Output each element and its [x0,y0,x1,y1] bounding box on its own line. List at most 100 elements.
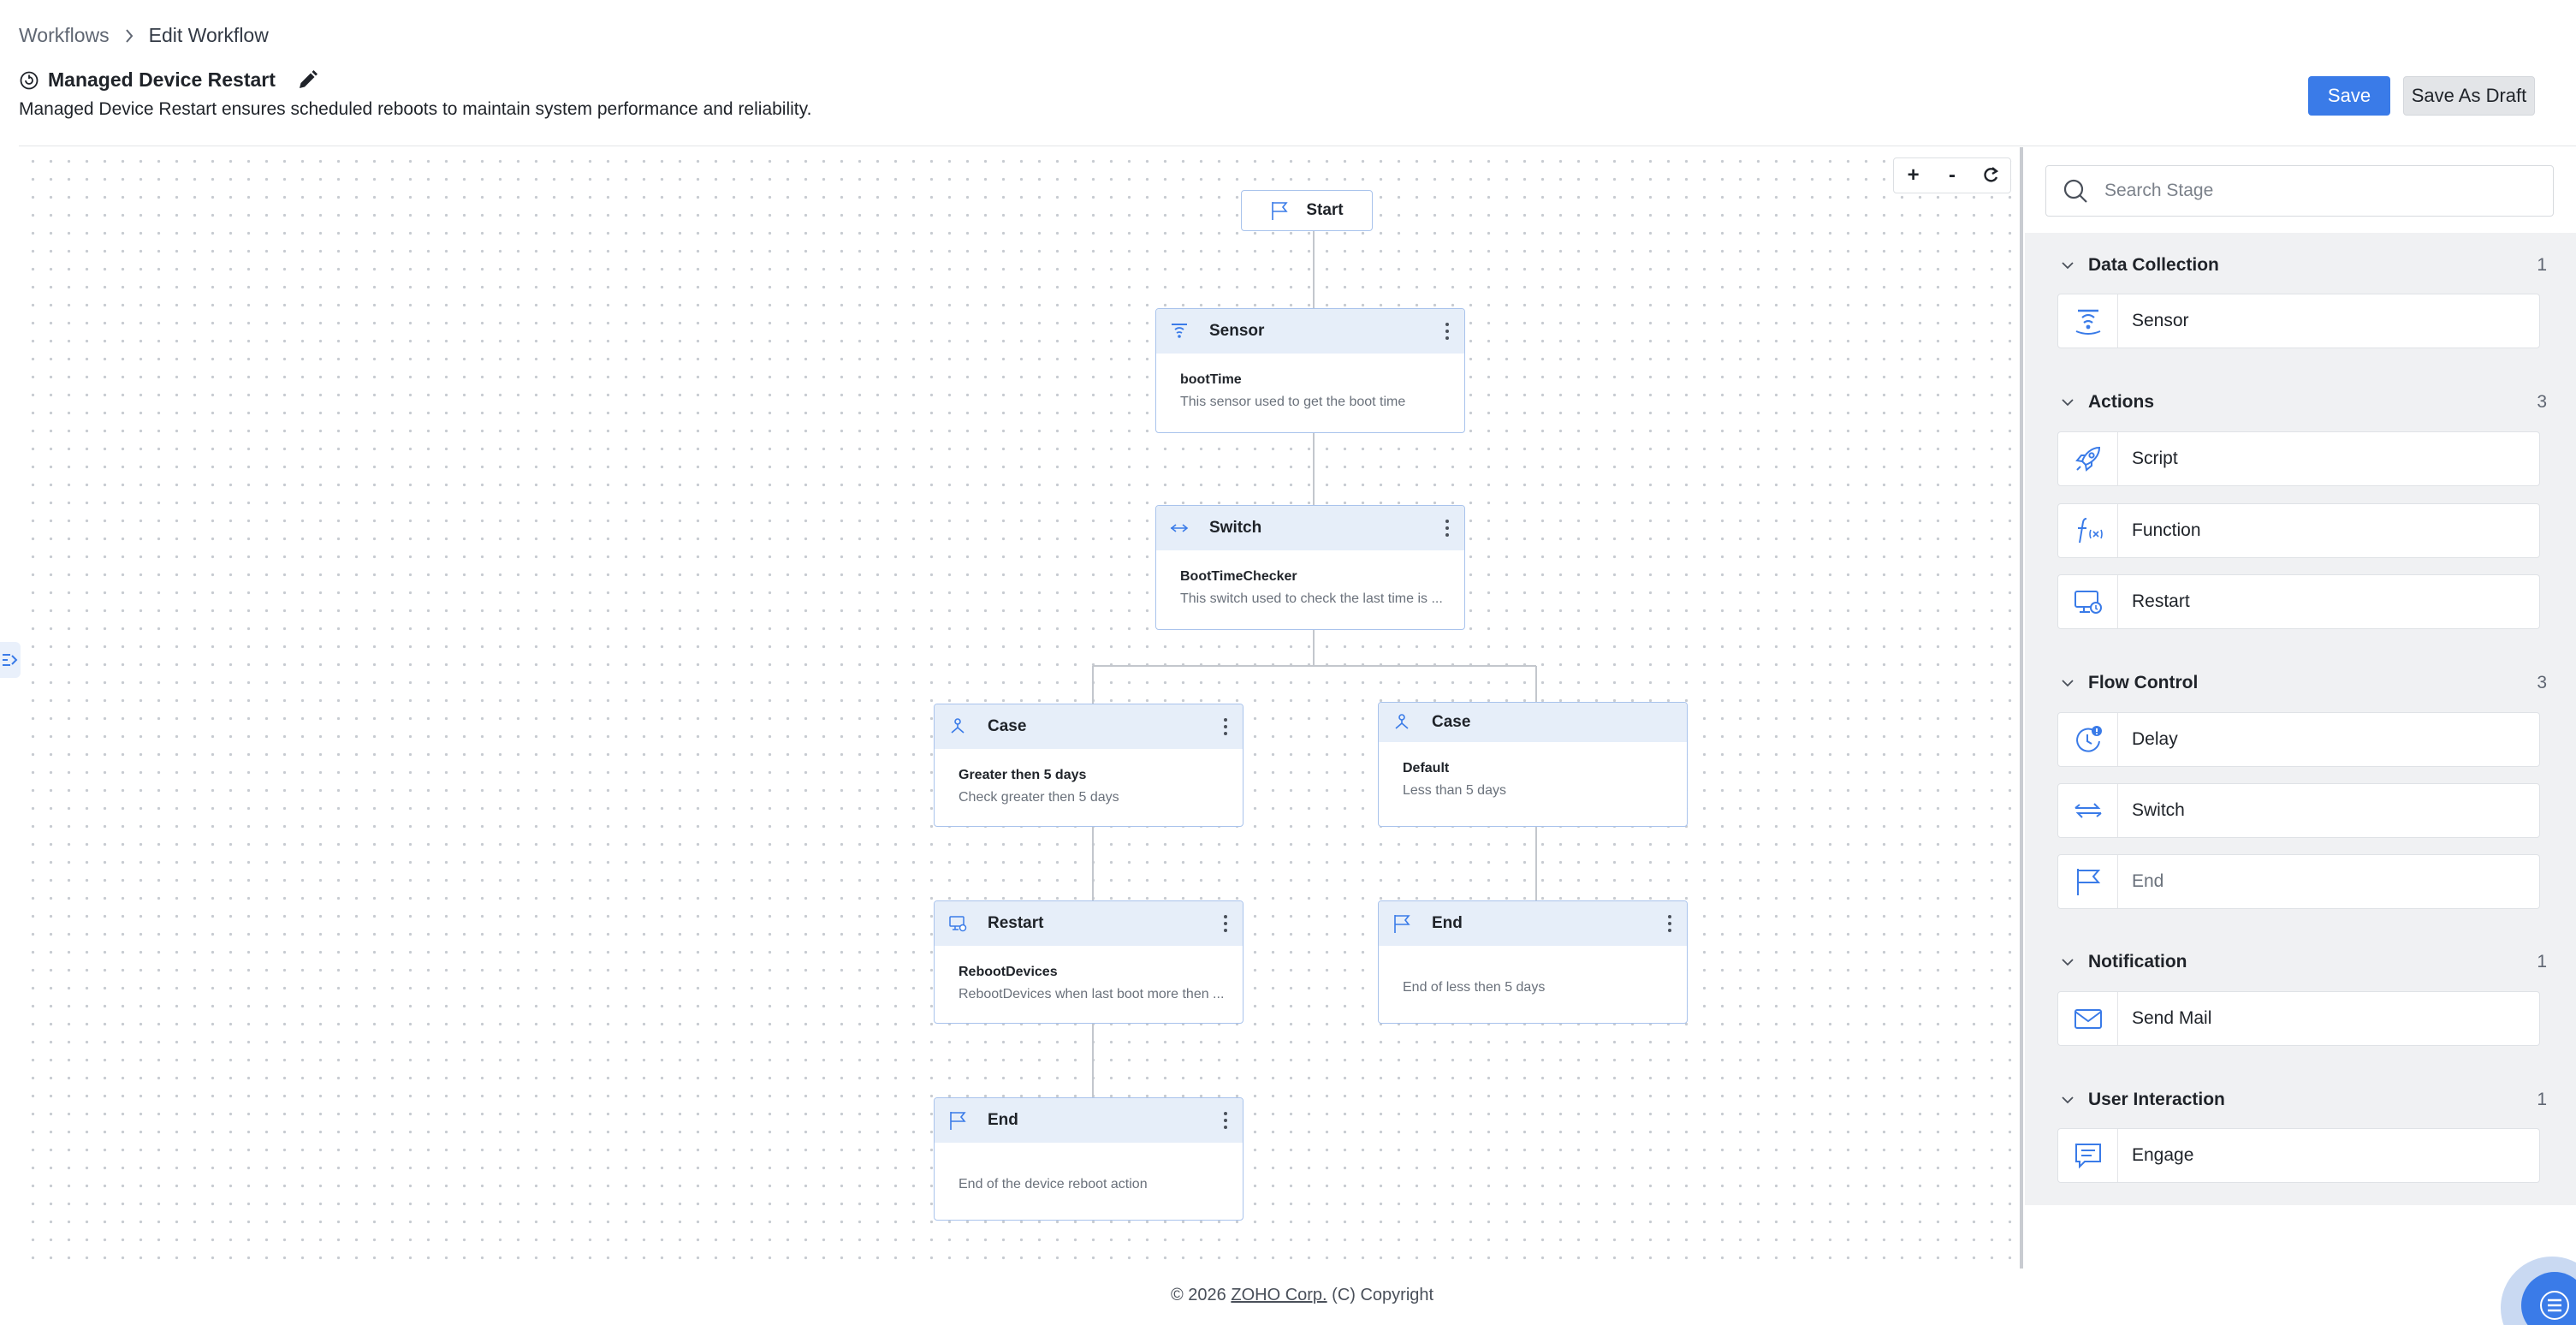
section-count: 3 [2537,673,2547,692]
breadcrumb-workflows-link[interactable]: Workflows [19,24,110,47]
switch-arrows-icon [2058,784,2118,837]
flag-icon [947,1109,969,1132]
workflow-title-row: Managed Device Restart [19,68,318,92]
node-description: This sensor used to get the boot time [1180,395,1406,409]
stage-item-function[interactable]: Function [2057,503,2540,558]
section-data-collection[interactable]: Data Collection 1 [2059,250,2547,281]
node-title: End [988,1111,1018,1129]
case-node-default[interactable]: Case Default Less than 5 days [1378,702,1688,827]
sensor-node[interactable]: Sensor bootTime This sensor used to get … [1155,308,1465,433]
end-node-reboot[interactable]: End End of the device reboot action [934,1097,1243,1221]
more-options-icon[interactable] [1220,912,1231,935]
section-count: 1 [2537,1090,2547,1109]
end-node-default[interactable]: End End of less then 5 days [1378,900,1688,1024]
expand-panel-toggle[interactable] [0,642,21,678]
sensor-icon [2058,294,2118,348]
restart-node[interactable]: Restart RebootDevices RebootDevices when… [934,900,1243,1024]
zoom-in-button[interactable]: + [1901,163,1926,187]
node-header: Case [935,704,1243,749]
section-title: Notification [2088,952,2187,971]
breadcrumb-current: Edit Workflow [148,24,269,46]
node-title: Sensor [1209,322,1265,340]
case-node-greater[interactable]: Case Greater then 5 days Check greater t… [934,704,1243,827]
expand-menu-icon [3,654,18,666]
case-branch-icon [947,716,969,738]
stage-item-engage[interactable]: Engage [2057,1128,2540,1183]
node-description: This switch used to check the last time … [1180,591,1443,606]
stage-item-script[interactable]: Script [2057,431,2540,486]
more-options-icon[interactable] [1442,320,1452,342]
switch-arrows-icon [1168,517,1190,539]
stage-item-sensor[interactable]: Sensor [2057,294,2540,348]
stage-item-label: Send Mail [2132,1008,2212,1028]
node-header: Switch [1156,506,1464,550]
stage-item-label: Delay [2132,729,2178,749]
section-count: 1 [2537,952,2547,971]
section-flow-control[interactable]: Flow Control 3 [2059,668,2547,698]
start-node[interactable]: Start [1241,190,1373,231]
stage-item-end[interactable]: End [2057,854,2540,909]
zoom-controls: + - [1893,157,2011,193]
node-header: End [935,1098,1243,1143]
monitor-restart-icon [2058,575,2118,628]
pencil-edit-icon[interactable] [296,69,318,92]
search-stage-box[interactable] [2045,165,2554,217]
footer-company-link[interactable]: ZOHO Corp. [1231,1286,1327,1304]
node-description: Check greater then 5 days [959,790,1119,805]
stage-item-label: Function [2132,520,2201,540]
breadcrumb: Workflows Edit Workflow [19,24,269,47]
stage-item-label: End [2132,871,2164,891]
stage-item-label: Sensor [2132,311,2189,330]
section-user-interaction[interactable]: User Interaction 1 [2059,1084,2547,1115]
node-description: End of the device reboot action [959,1177,1148,1191]
section-notification[interactable]: Notification 1 [2059,947,2547,977]
stage-item-label: Restart [2132,591,2190,611]
case-branch-icon [1391,711,1413,734]
stage-item-delay[interactable]: Delay [2057,712,2540,767]
chevron-down-icon [2059,394,2076,411]
node-header: Sensor [1156,309,1464,354]
stage-item-switch[interactable]: Switch [2057,783,2540,838]
footer-suffix: (C) Copyright [1332,1286,1434,1304]
mail-icon [2058,992,2118,1045]
workflow-description: Managed Device Restart ensures scheduled… [19,99,812,119]
node-description: End of less then 5 days [1403,980,1546,995]
more-options-icon[interactable] [1442,517,1452,539]
chevron-down-icon [2059,954,2076,971]
start-node-label: Start [1306,201,1344,219]
section-count: 3 [2537,392,2547,412]
more-options-icon[interactable] [1665,912,1675,935]
flag-icon [1391,912,1413,935]
workflow-title: Managed Device Restart [48,68,276,91]
switch-node[interactable]: Switch BootTimeChecker This switch used … [1155,505,1465,630]
chevron-down-icon [2059,674,2076,692]
node-description: Less than 5 days [1403,783,1506,798]
reset-view-icon[interactable] [1978,166,2003,185]
save-as-draft-button[interactable]: Save As Draft [2403,76,2535,116]
flag-icon [2058,855,2118,908]
section-title: Flow Control [2088,673,2199,692]
section-count: 1 [2537,255,2547,275]
canvas-resize-edge[interactable] [2020,147,2023,1269]
node-name: Greater then 5 days [959,768,1087,782]
node-description: RebootDevices when last boot more then .… [959,987,1225,1001]
node-header: Case [1379,703,1687,742]
footer-prefix: © 2026 [1171,1286,1226,1304]
stage-item-restart[interactable]: Restart [2057,574,2540,629]
section-title: User Interaction [2088,1090,2225,1109]
chevron-down-icon [2059,257,2076,274]
node-title: Switch [1209,519,1262,537]
hamburger-menu-icon [2540,1291,2569,1320]
stage-item-send-mail[interactable]: Send Mail [2057,991,2540,1046]
section-actions[interactable]: Actions 3 [2059,387,2547,418]
section-title: Data Collection [2088,255,2219,275]
chevron-right-icon [118,25,140,47]
more-options-icon[interactable] [1220,1109,1231,1132]
save-button[interactable]: Save [2308,76,2390,116]
zoom-out-button[interactable]: - [1939,163,1965,187]
chevron-down-icon [2059,1091,2076,1108]
flag-icon [1272,202,1289,220]
node-header: Restart [935,901,1243,946]
search-stage-input[interactable] [2104,181,2515,201]
more-options-icon[interactable] [1220,716,1231,738]
